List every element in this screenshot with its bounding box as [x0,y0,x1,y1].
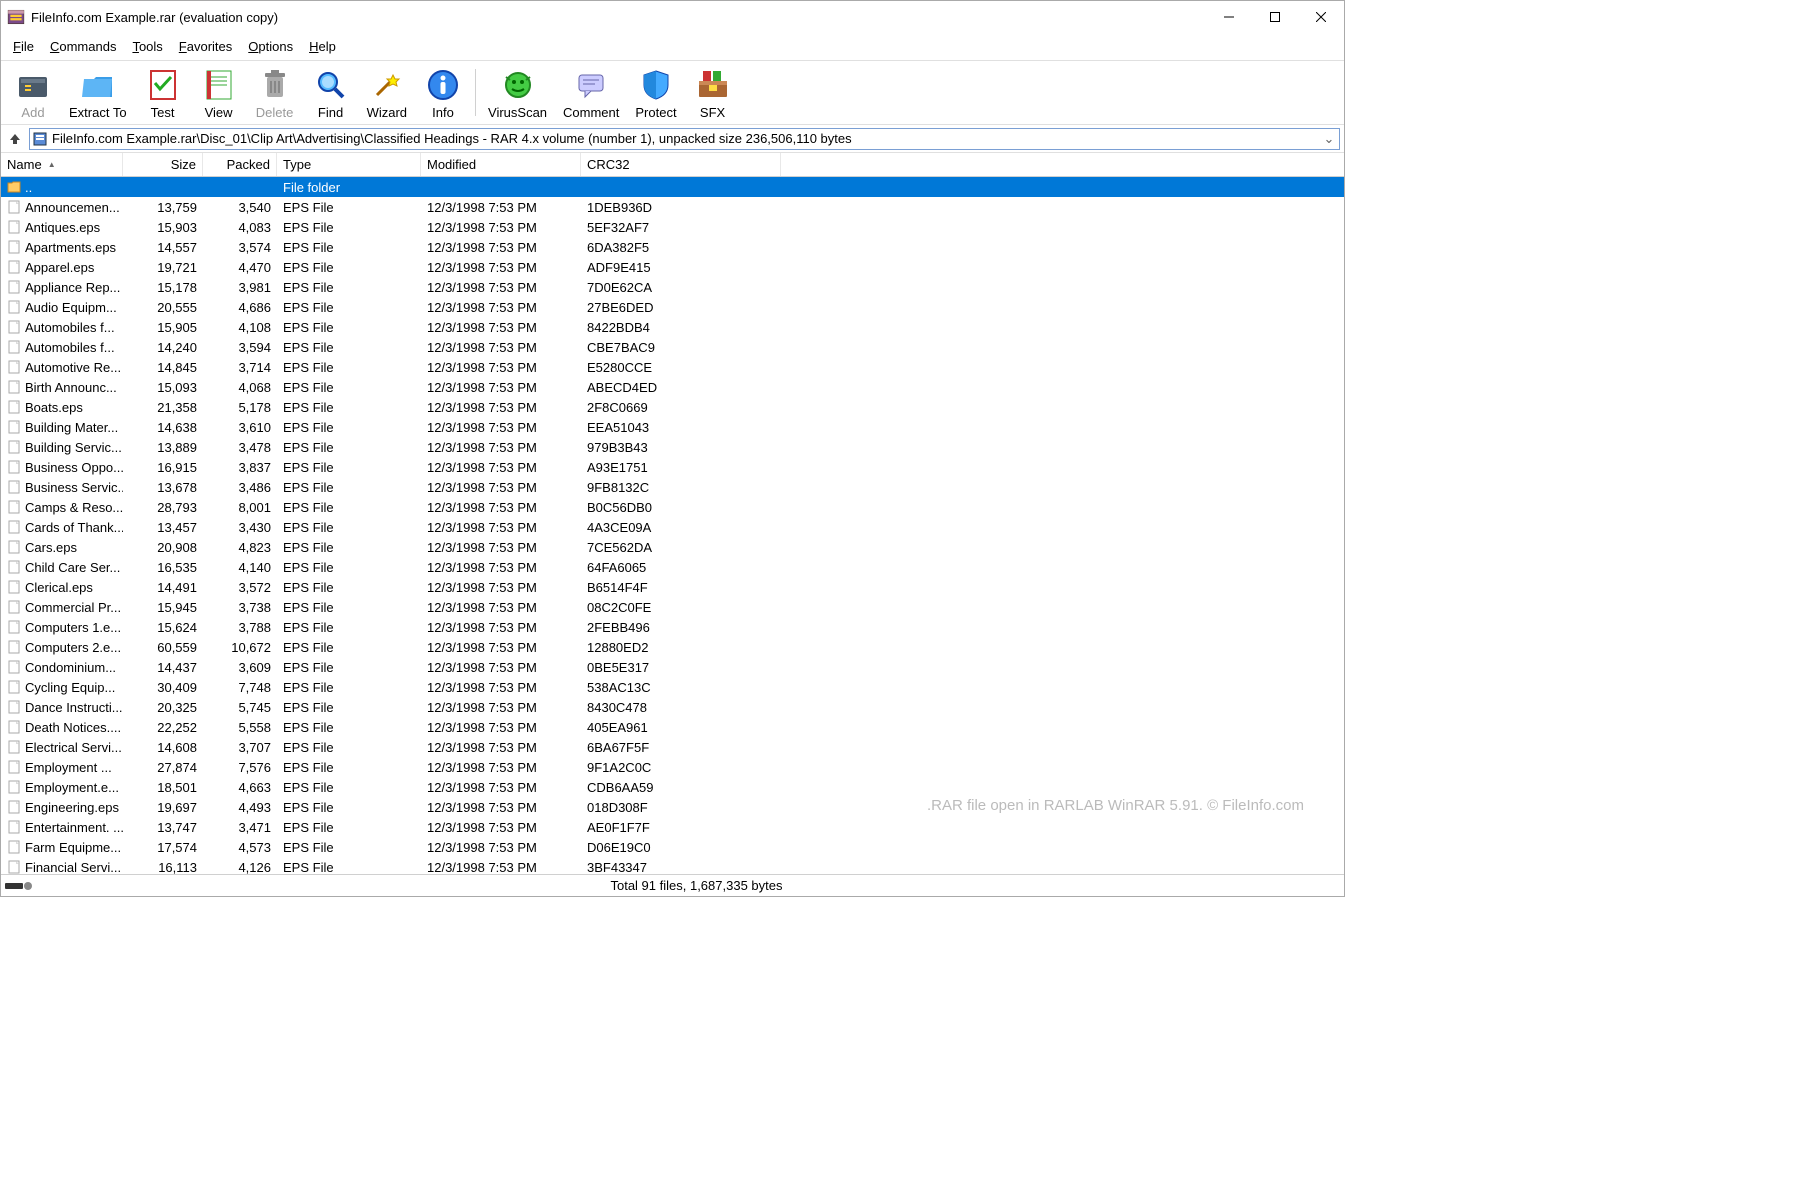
file-row[interactable]: Death Notices....22,2525,558EPS File12/3… [1,717,1344,737]
toolbar-add-button: Add [5,63,61,122]
file-row[interactable]: Electrical Servi...14,6083,707EPS File12… [1,737,1344,757]
file-row[interactable]: Computers 1.e...15,6243,788EPS File12/3/… [1,617,1344,637]
file-row[interactable]: Apartments.eps14,5573,574EPS File12/3/19… [1,237,1344,257]
file-row[interactable]: Commercial Pr...15,9453,738EPS File12/3/… [1,597,1344,617]
toolbar-extract-button[interactable]: Extract To [61,63,135,122]
toolbar-label: Delete [256,105,294,120]
toolbar-comment-button[interactable]: Comment [555,63,627,122]
parent-folder-row[interactable]: ..File folder [1,177,1344,197]
file-row[interactable]: Financial Servi...16,1134,126EPS File12/… [1,857,1344,874]
file-row[interactable]: Announcemen...13,7593,540EPS File12/3/19… [1,197,1344,217]
pathbar: FileInfo.com Example.rar\Disc_01\Clip Ar… [1,125,1344,153]
menu-help[interactable]: Help [301,35,344,58]
col-packed[interactable]: Packed [203,153,277,176]
file-row[interactable]: Dance Instructi...20,3255,745EPS File12/… [1,697,1344,717]
file-row[interactable]: Apparel.eps19,7214,470EPS File12/3/1998 … [1,257,1344,277]
status-disk-icon [1,881,49,891]
file-row[interactable]: Birth Announc...15,0934,068EPS File12/3/… [1,377,1344,397]
file-row[interactable]: Child Care Ser...16,5354,140EPS File12/3… [1,557,1344,577]
app-icon [7,8,25,26]
file-list: Name▲ Size Packed Type Modified CRC32 ..… [1,153,1344,874]
toolbar-label: View [205,105,233,120]
file-row[interactable]: Boats.eps21,3585,178EPS File12/3/1998 7:… [1,397,1344,417]
toolbar-label: Find [318,105,343,120]
file-row[interactable]: Farm Equipme...17,5744,573EPS File12/3/1… [1,837,1344,857]
file-row[interactable]: Cars.eps20,9084,823EPS File12/3/1998 7:5… [1,537,1344,557]
file-row[interactable]: Business Servic...13,6783,486EPS File12/… [1,477,1344,497]
up-button[interactable] [5,129,25,149]
toolbar-label: Add [21,105,44,120]
file-row[interactable]: Automotive Re...14,8453,714EPS File12/3/… [1,357,1344,377]
winrar-window: FileInfo.com Example.rar (evaluation cop… [0,0,1345,897]
path-text: FileInfo.com Example.rar\Disc_01\Clip Ar… [52,131,1321,146]
toolbar-view-button[interactable]: View [191,63,247,122]
file-row[interactable]: Audio Equipm...20,5554,686EPS File12/3/1… [1,297,1344,317]
titlebar[interactable]: FileInfo.com Example.rar (evaluation cop… [1,1,1344,33]
archive-icon [32,131,48,147]
close-button[interactable] [1298,2,1344,32]
menu-commands[interactable]: Commands [42,35,124,58]
file-row[interactable]: Automobiles f...15,9054,108EPS File12/3/… [1,317,1344,337]
toolbar-label: Comment [563,105,619,120]
file-row[interactable]: Entertainment. ...13,7473,471EPS File12/… [1,817,1344,837]
file-row[interactable]: Automobiles f...14,2403,594EPS File12/3/… [1,337,1344,357]
file-row[interactable]: Engineering.eps19,6974,493EPS File12/3/1… [1,797,1344,817]
file-row[interactable]: Appliance Rep...15,1783,981EPS File12/3/… [1,277,1344,297]
file-row[interactable]: Condominium...14,4373,609EPS File12/3/19… [1,657,1344,677]
list-header: Name▲ Size Packed Type Modified CRC32 [1,153,1344,177]
menu-tools[interactable]: Tools [124,35,170,58]
menu-file[interactable]: File [5,35,42,58]
menubar: FileCommandsToolsFavoritesOptionsHelp [1,33,1344,61]
menu-favorites[interactable]: Favorites [171,35,240,58]
toolbar-test-button[interactable]: Test [135,63,191,122]
path-field[interactable]: FileInfo.com Example.rar\Disc_01\Clip Ar… [29,128,1340,150]
title-text: FileInfo.com Example.rar (evaluation cop… [31,10,1206,25]
toolbar: Add Extract To Test View Delete Find Wizard Inf… [1,61,1344,125]
file-row[interactable]: Antiques.eps15,9034,083EPS File12/3/1998… [1,217,1344,237]
toolbar-label: Extract To [69,105,127,120]
sort-asc-icon: ▲ [48,160,56,169]
toolbar-info-button[interactable]: Info [415,63,471,122]
file-row[interactable]: Business Oppo...16,9153,837EPS File12/3/… [1,457,1344,477]
up-arrow-icon [8,132,22,146]
file-row[interactable]: Camps & Reso...28,7938,001EPS File12/3/1… [1,497,1344,517]
path-dropdown-icon[interactable]: ⌄ [1321,131,1337,147]
toolbar-label: Info [432,105,454,120]
toolbar-label: VirusScan [488,105,547,120]
statusbar: Total 91 files, 1,687,335 bytes [1,874,1344,896]
file-row[interactable]: Building Servic...13,8893,478EPS File12/… [1,437,1344,457]
col-modified[interactable]: Modified [421,153,581,176]
toolbar-label: Wizard [367,105,407,120]
menu-options[interactable]: Options [240,35,301,58]
file-row[interactable]: Cards of Thank...13,4573,430EPS File12/3… [1,517,1344,537]
maximize-button[interactable] [1252,2,1298,32]
status-text: Total 91 files, 1,687,335 bytes [49,878,1344,893]
toolbar-virus-button[interactable]: VirusScan [480,63,555,122]
toolbar-separator [475,69,476,116]
list-body[interactable]: ..File folderAnnouncemen...13,7593,540EP… [1,177,1344,874]
file-row[interactable]: Employment ...27,8747,576EPS File12/3/19… [1,757,1344,777]
minimize-button[interactable] [1206,2,1252,32]
col-crc[interactable]: CRC32 [581,153,781,176]
col-size[interactable]: Size [123,153,203,176]
toolbar-label: SFX [700,105,725,120]
file-row[interactable]: Computers 2.e...60,55910,672EPS File12/3… [1,637,1344,657]
toolbar-delete-button: Delete [247,63,303,122]
toolbar-sfx-button[interactable]: SFX [685,63,741,122]
file-row[interactable]: Cycling Equip...30,4097,748EPS File12/3/… [1,677,1344,697]
toolbar-find-button[interactable]: Find [303,63,359,122]
col-type[interactable]: Type [277,153,421,176]
toolbar-wizard-button[interactable]: Wizard [359,63,415,122]
toolbar-label: Test [151,105,175,120]
toolbar-label: Protect [635,105,676,120]
file-row[interactable]: Building Mater...14,6383,610EPS File12/3… [1,417,1344,437]
file-row[interactable]: Employment.e...18,5014,663EPS File12/3/1… [1,777,1344,797]
col-name[interactable]: Name▲ [1,153,123,176]
file-row[interactable]: Clerical.eps14,4913,572EPS File12/3/1998… [1,577,1344,597]
toolbar-protect-button[interactable]: Protect [627,63,684,122]
